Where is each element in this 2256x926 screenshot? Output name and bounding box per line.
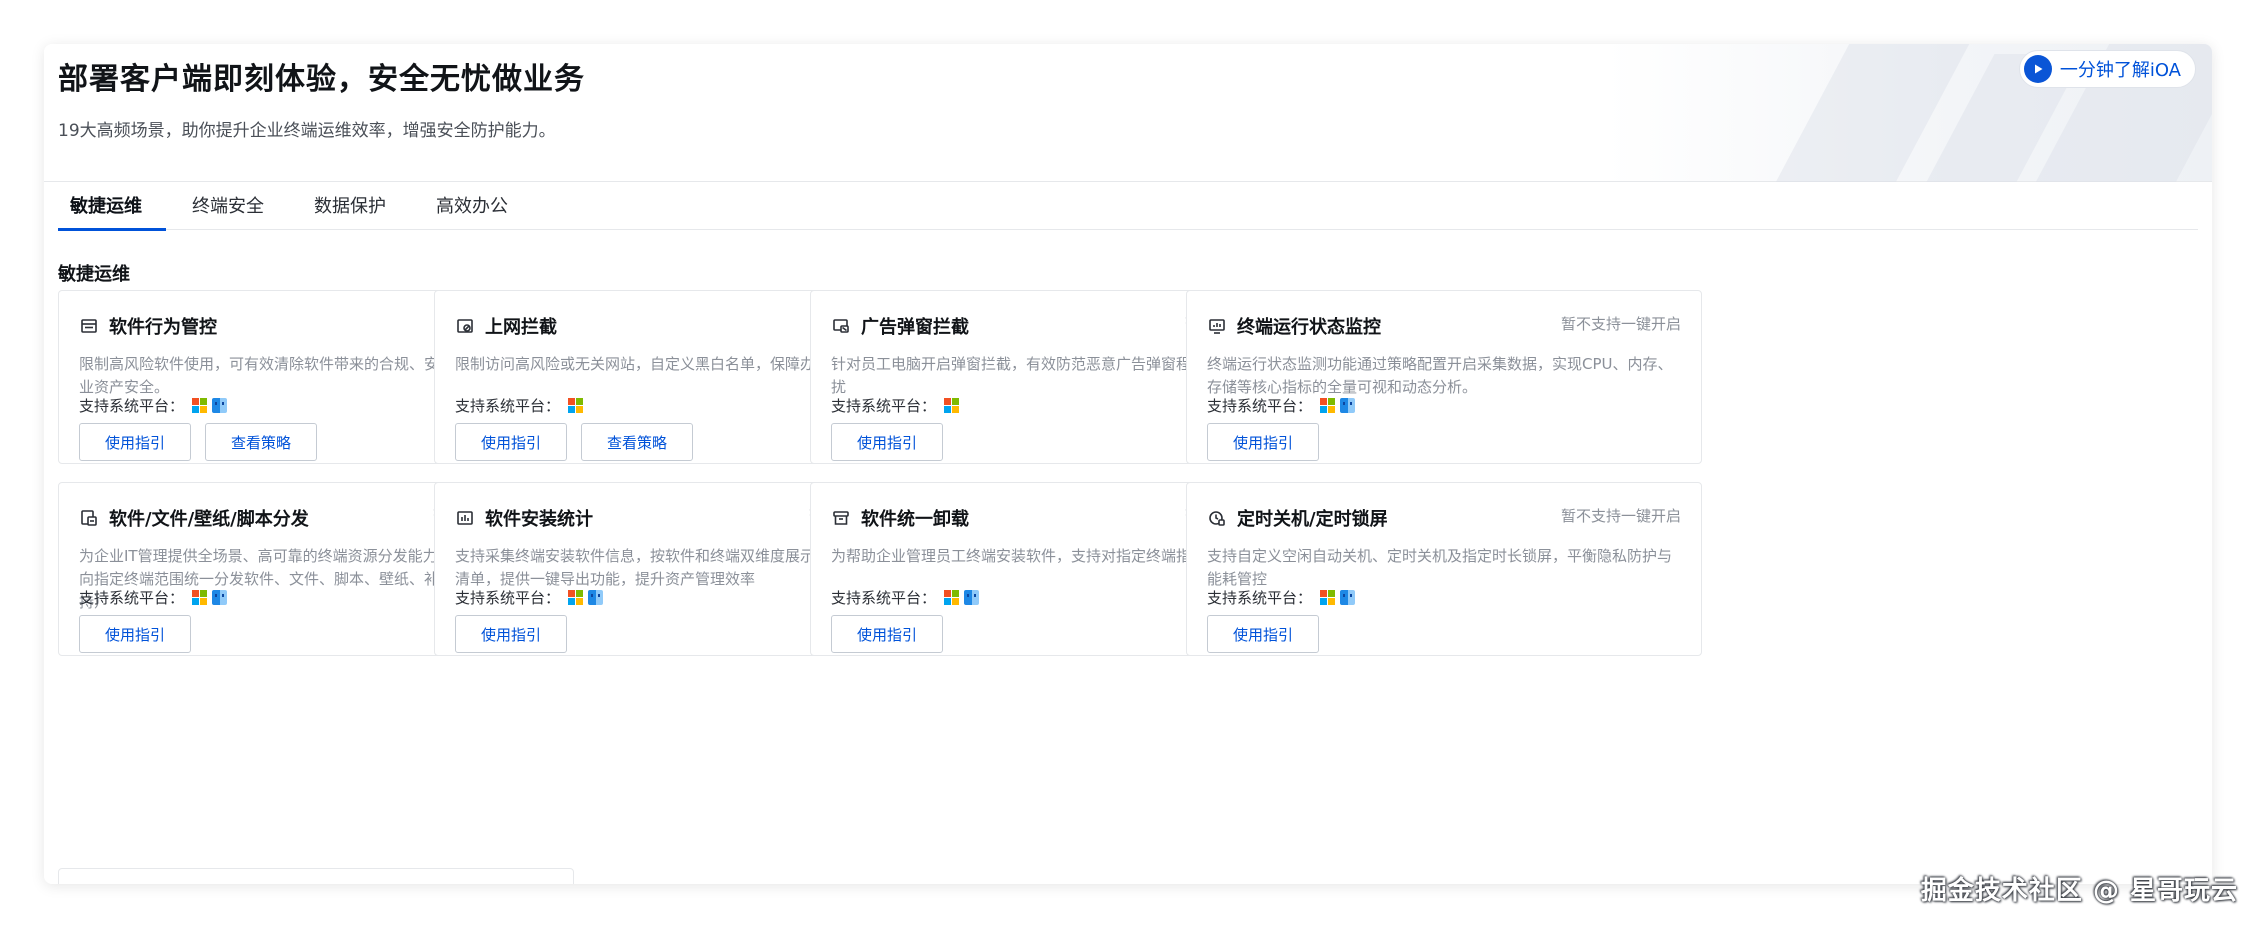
usage-guide-button[interactable]: 使用指引 bbox=[455, 615, 567, 653]
hero-banner: 部署客户端即刻体验，安全无忧做业务 19大高频场景，助你提升企业终端运维效率，增… bbox=[44, 44, 2212, 182]
platform-row: 支持系统平台： bbox=[79, 587, 228, 608]
card-header: 软件安装统计 bbox=[455, 505, 593, 531]
app-window-icon bbox=[79, 316, 99, 336]
usage-guide-button[interactable]: 使用指引 bbox=[1207, 615, 1319, 653]
platform-row: 支持系统平台： bbox=[455, 395, 584, 416]
card-title: 软件行为管控 bbox=[109, 317, 217, 338]
windows-icon bbox=[1320, 590, 1336, 605]
tab-0[interactable]: 敏捷运维 bbox=[58, 180, 166, 231]
card-title: 软件安装统计 bbox=[485, 509, 593, 530]
scenario-card-partial bbox=[58, 868, 574, 884]
install-stats-icon bbox=[455, 508, 475, 528]
popup-block-icon bbox=[831, 316, 851, 336]
windows-icon bbox=[944, 590, 960, 605]
card-header: 定时关机/定时锁屏 bbox=[1207, 505, 1388, 531]
card-header: 软件行为管控 bbox=[79, 313, 217, 339]
tab-2[interactable]: 数据保护 bbox=[302, 180, 410, 230]
platform-label: 支持系统平台： bbox=[79, 589, 185, 607]
scenario-card: 定时关机/定时锁屏 暂不支持一键开启支持自定义空闲自动关机、定时关机及指定时长锁屏… bbox=[1186, 482, 1702, 656]
mac-icon bbox=[212, 398, 228, 413]
windows-icon bbox=[1320, 398, 1336, 413]
platform-label: 支持系统平台： bbox=[79, 397, 185, 415]
platform-label: 支持系统平台： bbox=[831, 589, 937, 607]
platform-row: 支持系统平台： bbox=[1207, 587, 1356, 608]
page-title: 部署客户端即刻体验，安全无忧做业务 bbox=[58, 62, 585, 97]
usage-guide-button[interactable]: 使用指引 bbox=[831, 423, 943, 461]
card-actions: 使用指引 bbox=[1207, 615, 1319, 653]
mac-icon bbox=[212, 590, 228, 605]
usage-guide-button[interactable]: 使用指引 bbox=[455, 423, 567, 461]
platform-row: 支持系统平台： bbox=[831, 395, 960, 416]
web-block-icon bbox=[455, 316, 475, 336]
card-header: 软件/文件/壁纸/脚本分发 bbox=[79, 505, 309, 531]
card-actions: 使用指引 bbox=[831, 615, 943, 653]
platform-label: 支持系统平台： bbox=[831, 397, 937, 415]
card-status: 暂不支持一键开启 bbox=[1560, 507, 1681, 525]
uninstall-icon bbox=[831, 508, 851, 528]
mac-icon bbox=[1340, 398, 1356, 413]
watermark: 掘金技术社区 @ 星哥玩云 bbox=[1920, 876, 2238, 906]
card-header: 广告弹窗拦截 bbox=[831, 313, 969, 339]
card-actions: 使用指引 bbox=[1207, 423, 1319, 461]
play-icon bbox=[2023, 55, 2052, 83]
card-status: 暂不支持一键开启 bbox=[1560, 315, 1681, 333]
card-title: 定时关机/定时锁屏 bbox=[1237, 509, 1388, 530]
main-panel: 部署客户端即刻体验，安全无忧做业务 19大高频场景，助你提升企业终端运维效率，增… bbox=[44, 44, 2212, 884]
card-header: 上网拦截 bbox=[455, 313, 557, 339]
tab-1[interactable]: 终端安全 bbox=[180, 180, 288, 230]
card-title: 终端运行状态监控 bbox=[1237, 317, 1381, 338]
intro-video-label: 一分钟了解iOA bbox=[2059, 60, 2181, 81]
platform-row: 支持系统平台： bbox=[1207, 395, 1356, 416]
platform-row: 支持系统平台： bbox=[455, 587, 604, 608]
windows-icon bbox=[568, 398, 584, 413]
card-header: 软件统一卸载 bbox=[831, 505, 969, 531]
card-actions: 使用指引 查看策略 bbox=[455, 423, 693, 461]
windows-icon bbox=[192, 590, 208, 605]
scenario-card: 终端运行状态监控 暂不支持一键开启终端运行状态监测功能通过策略配置开启采集数据，实… bbox=[1186, 290, 1702, 464]
page-subtitle: 19大高频场景，助你提升企业终端运维效率，增强安全防护能力。 bbox=[58, 121, 556, 141]
platform-label: 支持系统平台： bbox=[455, 589, 561, 607]
intro-video-button[interactable]: 一分钟了解iOA bbox=[2018, 50, 2196, 88]
card-actions: 使用指引 bbox=[831, 423, 943, 461]
card-description: 终端运行状态监测功能通过策略配置开启采集数据，实现CPU、内存、存储等核心指标的… bbox=[1207, 355, 1673, 396]
card-description: 支持自定义空闲自动关机、定时关机及指定时长锁屏，平衡隐私防护与能耗管控 bbox=[1207, 547, 1673, 588]
mac-icon bbox=[1340, 590, 1356, 605]
card-title: 上网拦截 bbox=[485, 317, 557, 338]
view-policy-button[interactable]: 查看策略 bbox=[205, 423, 317, 461]
windows-icon bbox=[192, 398, 208, 413]
platform-label: 支持系统平台： bbox=[455, 397, 561, 415]
tab-3[interactable]: 高效办公 bbox=[424, 180, 532, 230]
monitor-chart-icon bbox=[1207, 316, 1227, 336]
timer-lock-icon bbox=[1207, 508, 1227, 528]
card-actions: 使用指引 bbox=[455, 615, 567, 653]
card-title: 广告弹窗拦截 bbox=[861, 317, 969, 338]
platform-row: 支持系统平台： bbox=[79, 395, 228, 416]
platform-label: 支持系统平台： bbox=[1207, 397, 1313, 415]
section-title: 敏捷运维 bbox=[58, 264, 130, 285]
mac-icon bbox=[964, 590, 980, 605]
usage-guide-button[interactable]: 使用指引 bbox=[1207, 423, 1319, 461]
usage-guide-button[interactable]: 使用指引 bbox=[79, 615, 191, 653]
distribute-icon bbox=[79, 508, 99, 528]
windows-icon bbox=[944, 398, 960, 413]
category-tabs: 敏捷运维 终端安全 数据保护 高效办公 bbox=[58, 180, 2198, 231]
platform-row: 支持系统平台： bbox=[831, 587, 980, 608]
windows-icon bbox=[568, 590, 584, 605]
usage-guide-button[interactable]: 使用指引 bbox=[831, 615, 943, 653]
card-actions: 使用指引 查看策略 bbox=[79, 423, 317, 461]
card-actions: 使用指引 bbox=[79, 615, 191, 653]
card-title: 软件统一卸载 bbox=[861, 509, 969, 530]
view-policy-button[interactable]: 查看策略 bbox=[581, 423, 693, 461]
platform-label: 支持系统平台： bbox=[1207, 589, 1313, 607]
usage-guide-button[interactable]: 使用指引 bbox=[79, 423, 191, 461]
mac-icon bbox=[588, 590, 604, 605]
card-header: 终端运行状态监控 bbox=[1207, 313, 1381, 339]
card-title: 软件/文件/壁纸/脚本分发 bbox=[109, 509, 309, 530]
